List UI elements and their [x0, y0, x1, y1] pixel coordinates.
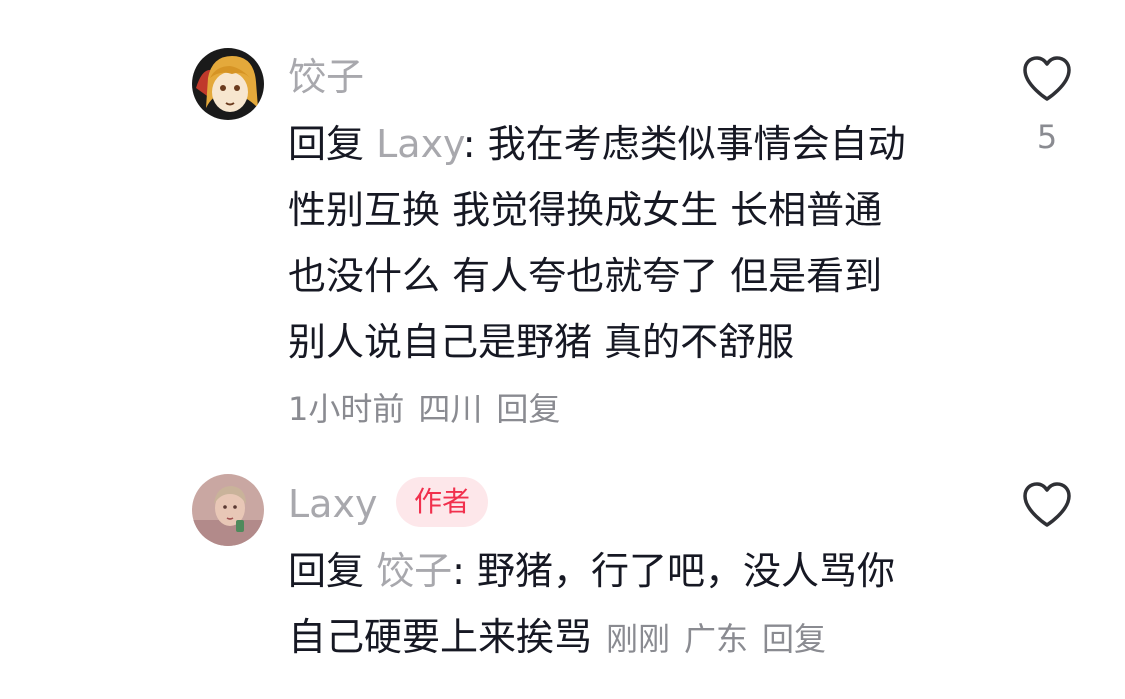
comment-meta: 1小时前 四川 回复: [288, 393, 574, 425]
reply-target-username[interactable]: Laxy: [376, 122, 463, 166]
comment-line: 野猪，行了吧，没人骂你: [477, 549, 896, 593]
reply-button[interactable]: 回复: [496, 390, 560, 428]
reply-separator: :: [462, 122, 488, 166]
comment-location: 广东: [684, 620, 749, 658]
comment-line: 也没什么 有人夸也就夸了 但是看到: [288, 254, 883, 298]
like-count: 5: [1036, 118, 1058, 156]
comment-line: 我在考虑类似事情会自动: [487, 122, 906, 166]
comment-meta: 刚刚 广东 回复: [606, 620, 840, 658]
like-button[interactable]: [1015, 481, 1079, 529]
comment-text: 回复 饺子: 野猪，行了吧，没人骂你 自己硬要上来挨骂 刚刚 广东 回复: [288, 538, 895, 672]
comment-line: 自己硬要上来挨骂: [288, 615, 593, 659]
comment-line: 性别互换 我觉得换成女生 长相普通: [288, 188, 883, 232]
comment-time: 刚刚: [606, 620, 671, 658]
reply-separator: :: [452, 549, 478, 593]
username[interactable]: 饺子: [288, 58, 364, 96]
reply-button[interactable]: 回复: [762, 620, 826, 658]
author-badge: 作者: [396, 477, 489, 527]
comment-text: 回复 Laxy: 我在考虑类似事情会自动 性别互换 我觉得换成女生 长相普通 也…: [288, 111, 906, 375]
heart-outline-icon: [1023, 482, 1071, 527]
reply-prefix: 回复: [288, 122, 365, 166]
reply-prefix: 回复: [288, 549, 365, 593]
heart-outline-icon: [1023, 56, 1071, 101]
like-button[interactable]: 5: [1015, 55, 1079, 153]
comment-time: 1小时前: [288, 390, 405, 428]
avatar[interactable]: [192, 48, 264, 120]
comment-line: 别人说自己是野猪 真的不舒服: [288, 320, 795, 364]
comment-location: 四川: [418, 390, 483, 428]
avatar[interactable]: [192, 474, 264, 546]
username[interactable]: Laxy: [288, 485, 377, 523]
reply-target-username[interactable]: 饺子: [376, 549, 452, 593]
